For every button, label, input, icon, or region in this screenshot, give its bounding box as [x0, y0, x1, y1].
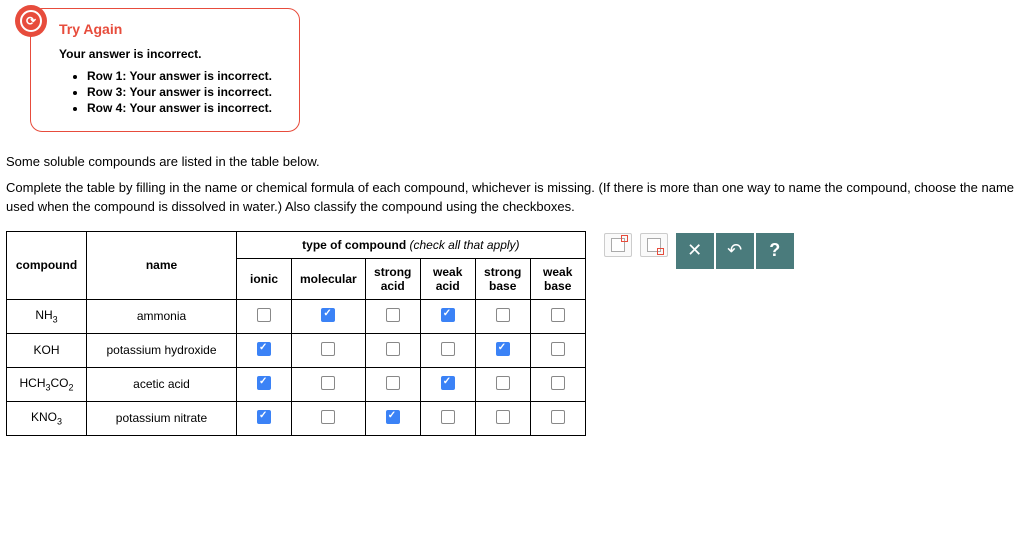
question-text: Some soluble compounds are listed in the… — [6, 152, 1018, 217]
header-name: name — [87, 231, 237, 299]
close-icon: ✕ — [687, 240, 702, 261]
cell-checkbox — [420, 367, 475, 401]
cell-checkbox — [530, 299, 585, 333]
checkbox[interactable] — [441, 376, 455, 390]
feedback-box: ⟳ Try Again Your answer is incorrect. Ro… — [30, 8, 300, 132]
header-type: type of compound (check all that apply) — [237, 231, 586, 258]
cell-checkbox — [530, 333, 585, 367]
cell-name: acetic acid — [87, 367, 237, 401]
cell-formula: NH3 — [7, 299, 87, 333]
compound-table: compound name type of compound (check al… — [6, 231, 586, 436]
checkbox[interactable] — [551, 342, 565, 356]
checkbox[interactable] — [257, 410, 271, 424]
close-button[interactable]: ✕ — [676, 233, 714, 269]
header-strong-base: strong base — [475, 258, 530, 299]
undo-button[interactable]: ↶ — [716, 233, 754, 269]
cell-checkbox — [365, 401, 420, 435]
feedback-list: Row 1: Your answer is incorrect. Row 3: … — [59, 69, 281, 115]
checkbox[interactable] — [257, 342, 271, 356]
cell-formula: HCH3CO2 — [7, 367, 87, 401]
checkbox[interactable] — [386, 342, 400, 356]
checkbox[interactable] — [496, 342, 510, 356]
cell-name: ammonia — [87, 299, 237, 333]
feedback-title: Try Again — [59, 21, 281, 37]
retry-icon: ⟳ — [20, 10, 42, 32]
checkbox-tool-2[interactable] — [640, 233, 668, 257]
cell-checkbox — [237, 299, 292, 333]
checkbox[interactable] — [321, 342, 335, 356]
cell-checkbox — [365, 333, 420, 367]
cell-checkbox — [292, 367, 366, 401]
table-row: NH3ammonia — [7, 299, 586, 333]
cell-formula: KNO3 — [7, 401, 87, 435]
table-row: HCH3CO2acetic acid — [7, 367, 586, 401]
cell-checkbox — [237, 401, 292, 435]
checkbox[interactable] — [257, 376, 271, 390]
checkbox[interactable] — [551, 410, 565, 424]
table-row: KNO3potassium nitrate — [7, 401, 586, 435]
cell-name: potassium hydroxide — [87, 333, 237, 367]
help-button[interactable]: ? — [756, 233, 794, 269]
cell-checkbox — [420, 299, 475, 333]
cell-checkbox — [475, 333, 530, 367]
checkbox[interactable] — [441, 342, 455, 356]
checkbox[interactable] — [257, 308, 271, 322]
action-buttons: ✕ ↶ ? — [676, 233, 794, 269]
header-ionic: ionic — [237, 258, 292, 299]
cell-name: potassium nitrate — [87, 401, 237, 435]
cell-checkbox — [237, 333, 292, 367]
undo-icon: ↶ — [727, 240, 742, 261]
checkbox[interactable] — [441, 308, 455, 322]
checkbox[interactable] — [551, 376, 565, 390]
help-icon: ? — [769, 240, 780, 261]
cell-checkbox — [292, 333, 366, 367]
checkbox[interactable] — [551, 308, 565, 322]
cell-checkbox — [365, 367, 420, 401]
checkbox[interactable] — [386, 410, 400, 424]
checkbox[interactable] — [321, 308, 335, 322]
checkbox[interactable] — [386, 308, 400, 322]
checkbox[interactable] — [321, 376, 335, 390]
cell-checkbox — [475, 299, 530, 333]
header-compound: compound — [7, 231, 87, 299]
checkbox[interactable] — [441, 410, 455, 424]
header-weak-base: weak base — [530, 258, 585, 299]
feedback-subtitle: Your answer is incorrect. — [59, 47, 281, 61]
feedback-item: Row 4: Your answer is incorrect. — [87, 101, 281, 115]
header-weak-acid: weak acid — [420, 258, 475, 299]
checkbox[interactable] — [496, 410, 510, 424]
cell-checkbox — [420, 333, 475, 367]
checkbox[interactable] — [496, 376, 510, 390]
cell-checkbox — [475, 401, 530, 435]
header-strong-acid: strong acid — [365, 258, 420, 299]
cell-checkbox — [420, 401, 475, 435]
cell-checkbox — [530, 401, 585, 435]
header-molecular: molecular — [292, 258, 366, 299]
checkbox[interactable] — [321, 410, 335, 424]
cell-formula: KOH — [7, 333, 87, 367]
table-row: KOHpotassium hydroxide — [7, 333, 586, 367]
feedback-item: Row 1: Your answer is incorrect. — [87, 69, 281, 83]
tool-group: ✕ ↶ ? — [604, 233, 794, 269]
feedback-item: Row 3: Your answer is incorrect. — [87, 85, 281, 99]
cell-checkbox — [237, 367, 292, 401]
question-line: Some soluble compounds are listed in the… — [6, 152, 1018, 172]
checkbox[interactable] — [386, 376, 400, 390]
cell-checkbox — [530, 367, 585, 401]
checkbox-tool-1[interactable] — [604, 233, 632, 257]
cell-checkbox — [475, 367, 530, 401]
checkbox[interactable] — [496, 308, 510, 322]
cell-checkbox — [365, 299, 420, 333]
cell-checkbox — [292, 299, 366, 333]
cell-checkbox — [292, 401, 366, 435]
feedback-icon: ⟳ — [15, 5, 47, 37]
question-line: Complete the table by filling in the nam… — [6, 178, 1018, 217]
